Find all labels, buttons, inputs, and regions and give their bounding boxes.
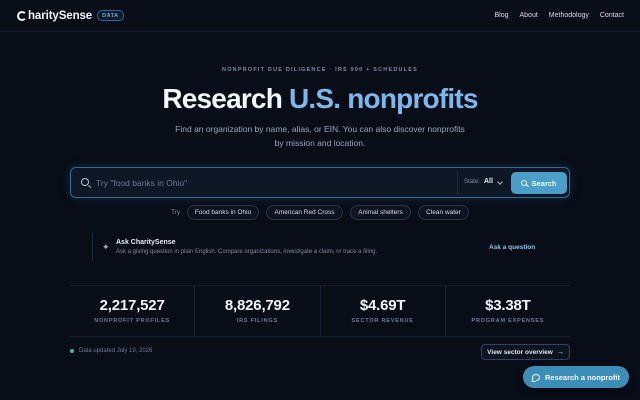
stat-program-expenses: $3.38T PROGRAM EXPENSES xyxy=(446,286,570,336)
stat-profiles: 2,217,527 NONPROFIT PROFILES xyxy=(70,286,196,336)
title-main: Research xyxy=(162,83,283,114)
stats-row: 2,217,527 NONPROFIT PROFILES 8,826,792 I… xyxy=(70,285,570,337)
state-select[interactable]: All xyxy=(484,178,493,185)
suggestion-chip-red-cross[interactable]: American Red Cross xyxy=(266,205,343,220)
try-label: Try xyxy=(171,209,181,216)
ask-title: Ask CharitySense xyxy=(116,239,176,246)
nav-link-blog[interactable]: Blog xyxy=(494,12,508,19)
stat-label: IRS FILINGS xyxy=(236,318,278,324)
state-label: State: xyxy=(464,179,480,185)
search-button[interactable]: Search xyxy=(511,172,567,194)
ask-panel: ✦ Ask CharitySense Ask a giving question… xyxy=(92,233,542,261)
search-icon xyxy=(81,178,89,186)
nav-link-methodology[interactable]: Methodology xyxy=(549,12,589,19)
search-input[interactable] xyxy=(96,173,446,193)
stat-value: $3.38T xyxy=(485,297,531,314)
fab-label: Research a nonprofit xyxy=(544,372,620,382)
title-accent: U.S. nonprofits xyxy=(289,83,478,114)
stat-label: PROGRAM EXPENSES xyxy=(471,318,545,324)
arrow-right-icon: → xyxy=(556,348,564,356)
stat-value: 8,826,792 xyxy=(224,297,290,314)
stat-value: $4.69T xyxy=(359,297,406,314)
ask-description: Ask a giving question in plain English. … xyxy=(116,249,378,255)
status-dot-icon xyxy=(70,349,74,353)
logo-text-bold: Sense xyxy=(58,9,93,22)
logo-text-light: harity xyxy=(28,9,59,22)
nav-links: Blog About Methodology Contact xyxy=(494,12,624,19)
hero-eyebrow: NONPROFIT DUE DILIGENCE · IRS 990 + SCHE… xyxy=(222,67,418,73)
nav-link-about[interactable]: About xyxy=(519,12,537,19)
logo[interactable]: harity Sense xyxy=(17,10,92,22)
logo-c-mark-icon xyxy=(17,10,27,21)
view-sector-overview-button[interactable]: View sector overview → xyxy=(481,344,570,360)
chat-icon xyxy=(531,373,540,381)
stat-label: SECTOR REVENUE xyxy=(351,318,414,324)
stat-revenue: $4.69T SECTOR REVENUE xyxy=(321,286,446,336)
suggestion-chip-clean-water[interactable]: Clean water xyxy=(418,205,469,220)
search-button-icon xyxy=(521,180,528,186)
sparkle-icon: ✦ xyxy=(102,242,110,252)
suggestion-chip-food-banks[interactable]: Food banks in Ohio xyxy=(187,205,259,220)
hero-subtitle: Find an organization by name, alias, or … xyxy=(175,124,465,148)
stat-label: NONPROFIT PROFILES xyxy=(94,318,171,324)
ask-question-link[interactable]: Ask a question xyxy=(489,244,535,251)
top-nav: harity Sense DATA Blog About Methodology … xyxy=(0,0,640,32)
stat-value: 2,217,527 xyxy=(99,297,165,314)
data-badge: DATA xyxy=(97,10,124,21)
stat-filings: 8,826,792 IRS FILINGS xyxy=(195,286,321,336)
updated-text: Data updated July 19, 2026 xyxy=(79,348,153,354)
chevron-down-icon[interactable] xyxy=(497,179,503,185)
sector-button-label: View sector overview xyxy=(487,348,553,356)
data-updated: Data updated July 19, 2026 xyxy=(70,348,152,354)
search-bar: State: All Search xyxy=(70,167,570,198)
search-divider xyxy=(457,171,458,195)
nav-link-contact[interactable]: Contact xyxy=(600,12,624,19)
brand[interactable]: harity Sense DATA xyxy=(17,10,124,22)
research-nonprofit-button[interactable]: Research a nonprofit xyxy=(523,366,629,388)
search-button-label: Search xyxy=(531,178,557,188)
page-title: Research U.S. nonprofits xyxy=(0,83,640,115)
suggestion-chip-animal-shelters[interactable]: Animal shelters xyxy=(350,205,411,220)
